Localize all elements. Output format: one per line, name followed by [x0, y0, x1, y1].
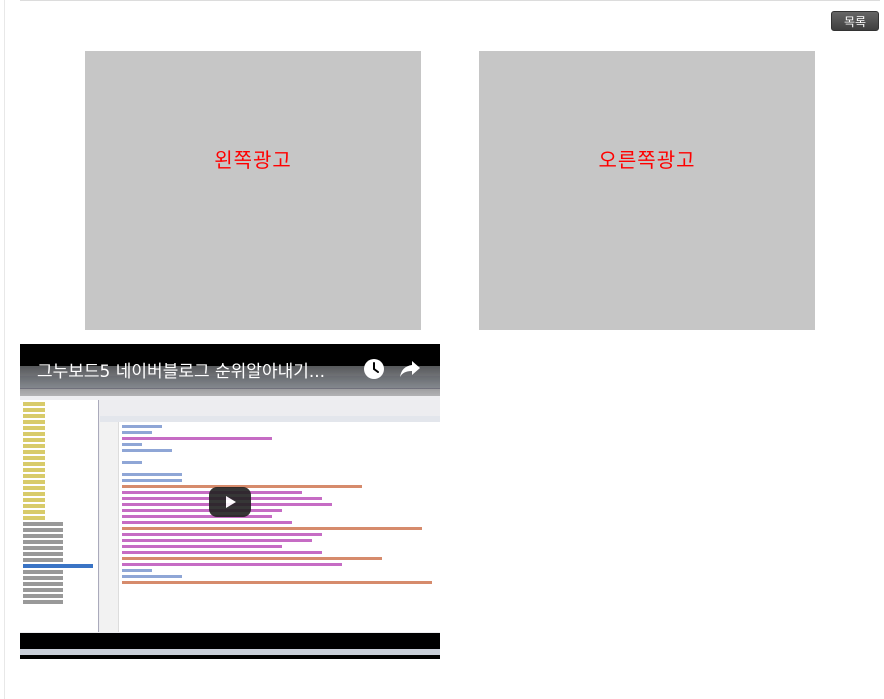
- right-ad-banner[interactable]: 오른쪽광고: [479, 51, 815, 330]
- play-icon: [226, 496, 236, 508]
- embedded-video-player[interactable]: 그누보드5 네이버블로그 순위알아내기...: [20, 344, 440, 659]
- clock-icon[interactable]: [363, 358, 385, 380]
- thumbnail-code-editor: [100, 422, 440, 632]
- left-border: [4, 0, 5, 699]
- list-button[interactable]: 목록: [831, 11, 879, 31]
- video-title[interactable]: 그누보드5 네이버블로그 순위알아내기...: [37, 357, 357, 382]
- thumbnail-file-tree: [20, 400, 99, 632]
- top-divider: [20, 0, 880, 1]
- left-ad-label: 왼쪽광고: [214, 148, 292, 172]
- play-button[interactable]: [209, 487, 251, 517]
- right-ad-label: 오른쪽광고: [598, 148, 696, 172]
- left-ad-banner[interactable]: 왼쪽광고: [85, 51, 421, 330]
- share-icon[interactable]: [399, 359, 421, 379]
